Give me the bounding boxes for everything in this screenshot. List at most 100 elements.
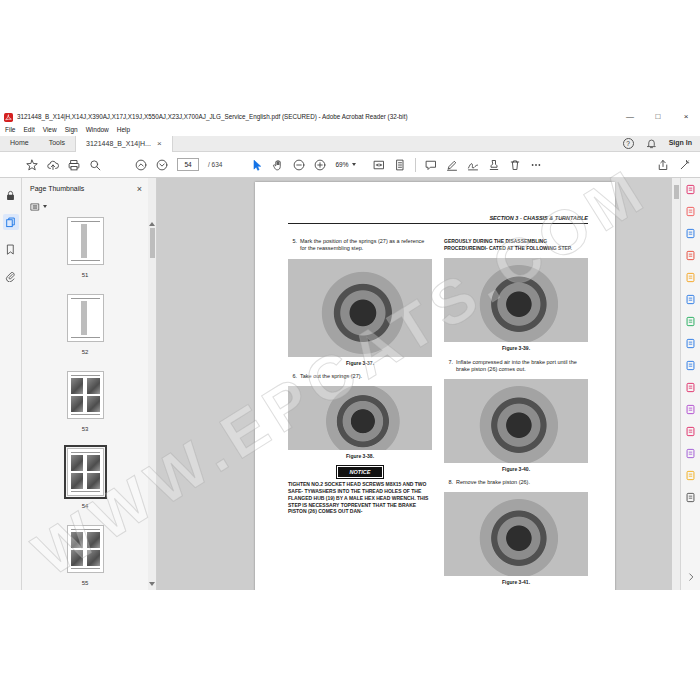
stamp-icon[interactable]	[488, 159, 500, 171]
menu-bar: File Edit View Sign Window Help	[0, 124, 700, 136]
document-scrollbar[interactable]	[672, 178, 680, 590]
menu-item[interactable]: File	[5, 125, 15, 135]
step-number: 5.	[288, 238, 300, 252]
figure-caption: Figure 3-41.	[444, 579, 588, 587]
print-icon[interactable]	[68, 159, 80, 171]
rail-button[interactable]	[3, 214, 19, 230]
page-thumbnail[interactable]: 55	[67, 525, 104, 588]
zoom-value: 69%	[335, 160, 348, 170]
sign-in-button[interactable]: Sign In	[669, 138, 692, 149]
tab[interactable]: Home	[0, 136, 39, 151]
figure-photo	[288, 259, 432, 357]
page-thumbnail[interactable]: 51	[67, 217, 104, 280]
select-cursor-icon[interactable]	[251, 159, 263, 171]
page-down-icon[interactable]	[156, 159, 168, 171]
step-number: 7.	[444, 359, 456, 373]
hand-icon[interactable]	[272, 159, 284, 171]
page-column: 5.Mark the position of the springs (27) …	[288, 238, 432, 590]
page-number-field[interactable]: 54	[177, 158, 199, 171]
options-menu-icon[interactable]	[30, 202, 40, 212]
panel-close-button[interactable]: ×	[137, 185, 142, 194]
procedure-step: 8.Remove the brake piston (26).	[444, 479, 588, 486]
notice-text: TIGHTEN NO.2 SOCKET HEAD SCREWS M8X15 AN…	[288, 481, 432, 515]
menu-item[interactable]: Sign	[65, 125, 78, 135]
pen-icon[interactable]	[446, 159, 458, 171]
thumbnail-number: 52	[82, 348, 89, 357]
menu-item[interactable]: Window	[86, 125, 109, 135]
maximize-button[interactable]: □	[644, 110, 672, 124]
upload-icon[interactable]	[47, 159, 59, 171]
tool-icon[interactable]	[685, 382, 696, 393]
help-button[interactable]: ?	[623, 138, 634, 149]
tool-icon[interactable]	[685, 250, 696, 261]
minimize-button[interactable]: —	[616, 110, 644, 124]
thumbnails-scrollbar[interactable]	[148, 178, 156, 590]
zoom-dropdown[interactable]: 69%	[335, 160, 356, 170]
menu-item[interactable]: Help	[117, 125, 130, 135]
tool-icon[interactable]	[685, 316, 696, 327]
panel-title: Page Thumbnails	[30, 184, 84, 195]
bell-icon[interactable]	[646, 138, 657, 149]
tool-icon[interactable]	[685, 470, 696, 481]
tool-icon[interactable]	[685, 448, 696, 459]
dropdown-caret-icon	[352, 163, 356, 166]
attachment-icon	[5, 271, 16, 282]
page-thumbnails-icon	[5, 217, 16, 228]
trash-icon[interactable]	[509, 159, 521, 171]
navigation-rail	[0, 178, 22, 590]
page-up-icon[interactable]	[135, 159, 147, 171]
tool-icon[interactable]	[685, 492, 696, 503]
tool-icon[interactable]	[685, 338, 696, 349]
lock-icon	[5, 190, 16, 201]
zoom-out-icon[interactable]	[293, 159, 305, 171]
toolbar: 54 / 634 69%	[0, 152, 700, 178]
tool-icon[interactable]	[685, 426, 696, 437]
sign-icon[interactable]	[467, 159, 479, 171]
thumbnail-number: 54	[82, 502, 89, 511]
comment-icon[interactable]	[425, 159, 437, 171]
fit-page-icon[interactable]	[373, 159, 385, 171]
menu-item[interactable]: View	[43, 125, 57, 135]
tool-icon[interactable]	[685, 294, 696, 305]
menu-item[interactable]: Edit	[23, 125, 34, 135]
search-icon[interactable]	[89, 159, 101, 171]
rail-button[interactable]	[3, 241, 19, 257]
figure-photo	[444, 492, 588, 576]
step-number: 6.	[288, 373, 300, 380]
figure-caption: Figure 3-39.	[444, 345, 588, 353]
tab[interactable]: 3121448_B_X14|H...×	[75, 136, 173, 152]
tool-icon[interactable]	[685, 272, 696, 283]
collapse-chevron-icon[interactable]	[686, 572, 696, 582]
tool-icon[interactable]	[685, 360, 696, 371]
star-icon[interactable]	[26, 159, 38, 171]
rail-button[interactable]	[3, 187, 19, 203]
page-column: GEROUSLY DURING THE DISASSEMBLING PROCED…	[444, 238, 588, 590]
tab-bar: HomeTools3121448_B_X14|H...×? Sign In	[0, 136, 700, 152]
zoom-in-icon[interactable]	[314, 159, 326, 171]
tool-icon[interactable]	[685, 184, 696, 195]
notice-text: GEROUSLY DURING THE DISASSEMBLING PROCED…	[444, 238, 588, 252]
figure: Figure 3-38.	[288, 386, 432, 461]
step-text: Mark the position of the springs (27) as…	[300, 238, 432, 252]
rail-button[interactable]	[3, 268, 19, 284]
watermark: WWW.EPCATS.COM	[24, 157, 659, 586]
figure-caption: Figure 3-40.	[444, 466, 588, 474]
more-icon[interactable]	[530, 159, 542, 171]
page-thumbnail[interactable]: 54	[67, 448, 104, 511]
tool-icon[interactable]	[685, 228, 696, 239]
acrobat-window: 3121448_B_X14|H,X14J,X390AJ,X17J,X19J,X5…	[0, 110, 700, 590]
magic-wand-icon[interactable]	[679, 159, 691, 171]
figure-photo	[288, 386, 432, 450]
page-thumbnail[interactable]: 52	[67, 294, 104, 357]
options-caret-icon	[43, 205, 47, 208]
page-count: / 634	[208, 160, 222, 170]
tab[interactable]: Tools	[39, 136, 75, 151]
scroll-mode-icon[interactable]	[394, 159, 406, 171]
tool-icon[interactable]	[685, 206, 696, 217]
close-button[interactable]: ×	[672, 110, 700, 124]
tool-icon[interactable]	[685, 404, 696, 415]
thumbnail-number: 53	[82, 425, 89, 434]
page-thumbnail[interactable]: 53	[67, 371, 104, 434]
tab-close-button[interactable]: ×	[157, 138, 162, 150]
share-icon[interactable]	[657, 159, 669, 171]
